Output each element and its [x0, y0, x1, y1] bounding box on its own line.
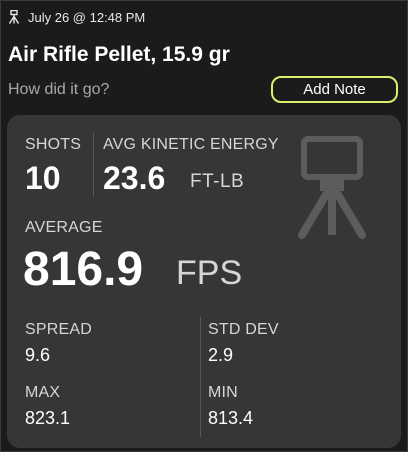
stats-grid-divider [200, 317, 201, 437]
min-value: 813.4 [208, 408, 254, 428]
session-prompt: How did it go? [8, 81, 110, 98]
std-dev-label: STD DEV [208, 321, 279, 338]
session-meta: July 26 @ 12:48 PM [8, 9, 145, 25]
std-dev-value: 2.9 [208, 345, 234, 365]
session-datetime: July 26 @ 12:48 PM [28, 9, 146, 25]
average-label: AVERAGE [25, 219, 103, 236]
energy-label: AVG KINETIC ENERGY [103, 136, 279, 153]
stats-divider [93, 133, 94, 197]
add-note-button[interactable]: Add Note [271, 76, 398, 103]
min-label: MIN [208, 384, 238, 401]
spread-label: SPREAD [25, 321, 92, 338]
tripod-icon [8, 10, 20, 24]
chronograph-tripod-icon [294, 135, 370, 244]
stats-card: SHOTS 10 AVG KINETIC ENERGY 23.6 FT-LB A… [7, 115, 401, 448]
energy-unit: FT-LB [190, 171, 245, 192]
max-label: MAX [25, 384, 61, 401]
shots-value: 10 [25, 160, 61, 196]
session-title: Air Rifle Pellet, 15.9 gr [8, 43, 230, 66]
max-value: 823.1 [25, 408, 71, 428]
spread-value: 9.6 [25, 345, 51, 365]
energy-value: 23.6 [103, 160, 166, 196]
average-value: 816.9 [23, 243, 144, 296]
shots-label: SHOTS [25, 136, 82, 153]
average-unit: FPS [176, 254, 243, 292]
